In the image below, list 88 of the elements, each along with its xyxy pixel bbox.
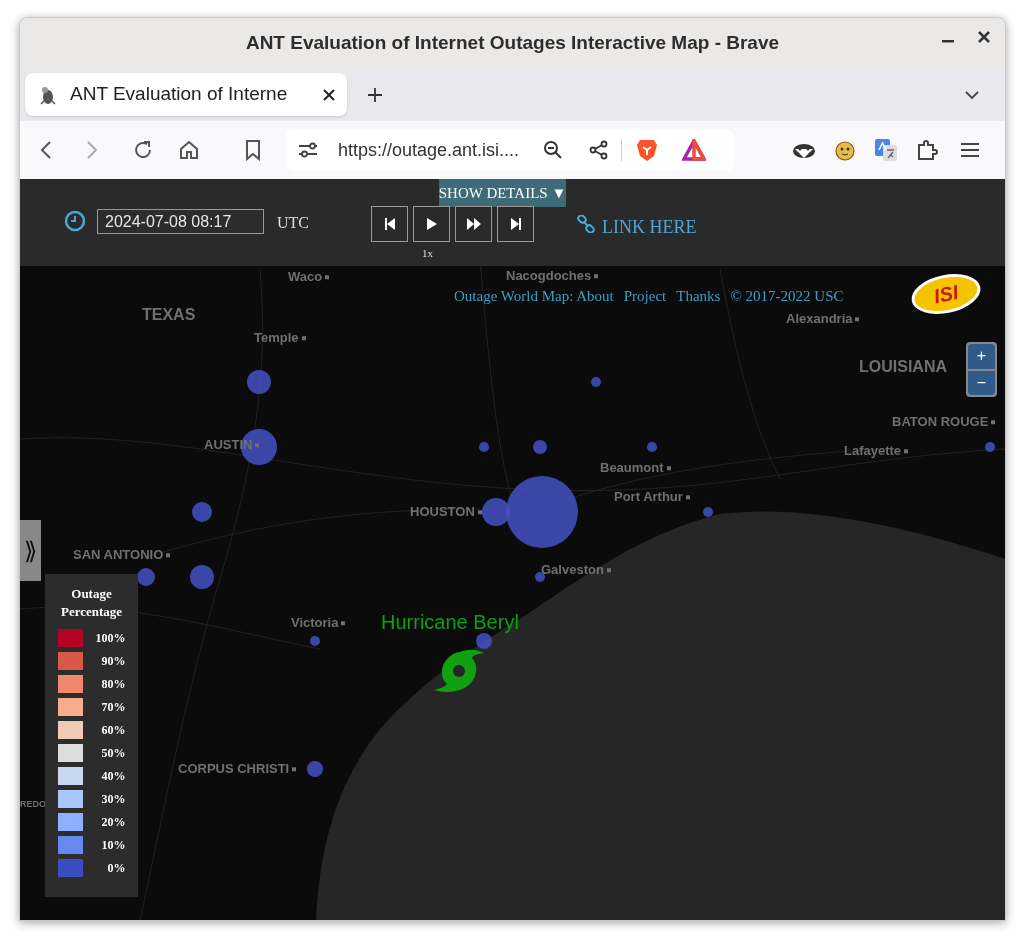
link-here-link[interactable]: LINK HERE (602, 214, 697, 241)
timezone-label: UTC (277, 213, 309, 233)
sliders-icon[interactable] (298, 141, 318, 159)
skip-end-icon (509, 217, 522, 231)
link-icon[interactable] (577, 215, 595, 233)
city-label: REDO (20, 798, 46, 812)
legend-label: 60% (101, 722, 126, 739)
legend-title: Outage Percentage (59, 585, 124, 621)
state-label: LOUISIANA (859, 357, 947, 377)
zoom-out-icon[interactable] (543, 140, 564, 160)
outage-circle[interactable] (190, 565, 214, 589)
legend-label: 20% (101, 814, 126, 831)
bookmark-icon[interactable] (244, 139, 262, 161)
fast-forward-icon (465, 217, 482, 231)
translate-icon[interactable] (874, 138, 898, 162)
new-tab-icon[interactable] (367, 86, 383, 103)
outage-circle[interactable] (533, 440, 547, 454)
hurricane-label: Hurricane Beryl (381, 610, 519, 635)
city-label: Nacogdoches (506, 267, 592, 286)
back-icon[interactable] (40, 140, 52, 160)
city-label: Lafayette (844, 442, 902, 461)
close-icon[interactable] (323, 88, 335, 101)
skip-back-icon (383, 217, 396, 231)
triangle-icon[interactable] (682, 139, 707, 161)
city-label: Port Arthur (614, 488, 683, 507)
city-label: SAN ANTONIO (73, 546, 164, 565)
outage-circle[interactable] (192, 502, 212, 522)
outage-circle[interactable] (482, 498, 510, 526)
outage-circle[interactable] (591, 377, 601, 387)
browser-tab[interactable]: ANT Evaluation of Interne (25, 73, 347, 116)
chevron-down-icon[interactable] (964, 89, 980, 100)
lion-shield-icon[interactable] (636, 138, 659, 162)
outage-circle[interactable] (535, 572, 545, 582)
date-field[interactable]: 2024-07-08 08:17 (97, 209, 264, 234)
outage-circle[interactable] (703, 507, 713, 517)
legend-label: 10% (101, 837, 126, 854)
legend-label: 0% (107, 860, 126, 877)
fast-forward-button[interactable] (455, 206, 492, 242)
city-label: BATON ROUGE (892, 413, 989, 432)
outage-circle[interactable] (506, 476, 578, 548)
footer-link[interactable]: Thanks (676, 289, 721, 304)
outage-circle[interactable] (310, 636, 320, 646)
legend-label: 50% (101, 745, 126, 762)
address-bar[interactable]: https://outage.ant.isi.... (286, 129, 734, 171)
city-label: Waco (288, 268, 323, 287)
outage-circle[interactable] (647, 442, 657, 452)
outage-circle[interactable] (307, 761, 323, 777)
legend-label: 40% (101, 768, 126, 785)
home-icon[interactable] (178, 139, 200, 161)
outage-circle[interactable] (985, 442, 995, 452)
legend-label: 100% (95, 630, 126, 647)
zoom-out-button[interactable]: − (968, 370, 995, 395)
speed-label: 1x (422, 246, 433, 261)
play-button[interactable] (413, 206, 450, 242)
city-label: Galveston (541, 561, 604, 580)
play-icon (425, 217, 438, 231)
legend-label: 70% (101, 699, 126, 716)
outage-circle[interactable] (476, 633, 492, 649)
footer-link[interactable]: Project (623, 289, 667, 304)
zoom-in-button[interactable]: + (968, 344, 995, 369)
reload-icon[interactable] (132, 139, 154, 161)
outage-circle[interactable] (137, 568, 155, 586)
outage-circle[interactable] (247, 370, 271, 394)
city-label: Alexandria (786, 310, 853, 329)
tab-title: ANT Evaluation of Interne (70, 82, 288, 107)
show-details-tab[interactable]: SHOW DETAILS ▼ (439, 179, 566, 207)
city-label: CORPUS CHRISTI (178, 760, 290, 779)
outage-circle[interactable] (479, 442, 489, 452)
city-label: Victoria (291, 614, 339, 633)
puzzle-icon[interactable] (916, 139, 938, 161)
menu-icon[interactable] (960, 142, 980, 158)
skip-back-button[interactable] (371, 206, 408, 242)
footer-link[interactable]: © 2017-2022 USC (730, 289, 844, 304)
legend-label: 80% (101, 676, 126, 693)
sidebar-toggle-button[interactable]: ⟫ (20, 520, 41, 581)
city-label: HOUSTON (410, 503, 475, 522)
footer-link[interactable]: Outage World Map: About (454, 289, 614, 304)
state-label: TEXAS (142, 305, 196, 325)
close-icon[interactable] (977, 30, 991, 44)
window-title: ANT Evaluation of Internet Outages Interactive Map - Brave (245, 30, 780, 55)
city-label: Beaumont (600, 459, 664, 478)
share-icon[interactable] (589, 140, 610, 160)
legend-label: 30% (101, 791, 126, 808)
city-label: Temple (254, 329, 299, 348)
clock-icon[interactable] (64, 210, 86, 232)
legend-label: 90% (101, 653, 126, 670)
url-text: https://outage.ant.isi.... (338, 138, 520, 162)
skip-end-button[interactable] (497, 206, 534, 242)
